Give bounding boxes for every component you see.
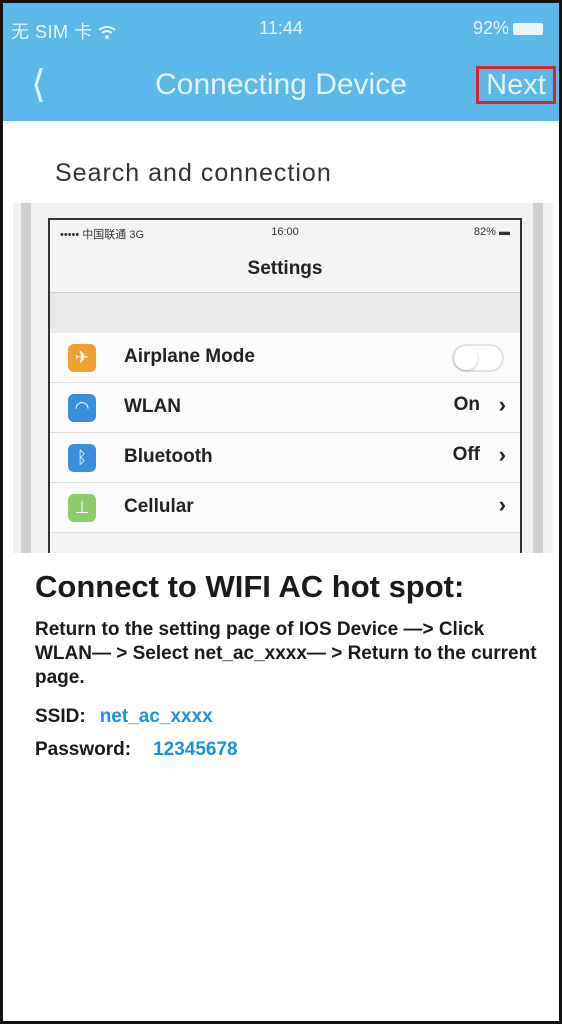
- phone-edge-left: [21, 203, 31, 553]
- phone-screen: ••••• 中国联通 3G 16:00 82% ▬ Settings ✈ Airp…: [48, 218, 522, 553]
- status-bar: 无 SIM 卡 11:44 92%: [3, 3, 559, 47]
- chevron-right-icon: ›: [498, 442, 506, 467]
- instruction-text: Return to the setting page of IOS Device…: [35, 619, 537, 688]
- ssid-row: SSID: net_ac_xxxx: [35, 706, 213, 728]
- bluetooth-icon: ᛒ: [68, 444, 96, 472]
- phone-settings-row: ✈ Airplane Mode: [50, 333, 520, 383]
- airplane-toggle: [452, 344, 504, 372]
- battery-percent: 92%: [472, 18, 509, 38]
- next-button[interactable]: Next: [476, 66, 556, 104]
- phone-row-label: WLAN: [124, 396, 181, 417]
- battery-indicator: 92%: [473, 18, 543, 39]
- back-button[interactable]: ⟨: [31, 63, 71, 107]
- settings-screenshot: ••••• 中国联通 3G 16:00 82% ▬ Settings ✈ Airp…: [13, 203, 553, 553]
- chevron-left-icon: ⟨: [31, 64, 46, 106]
- airplane-icon: ✈: [68, 344, 96, 372]
- phone-row-label: Cellular: [124, 496, 194, 517]
- phone-status-bar: ••••• 中国联通 3G 16:00 82% ▬: [50, 226, 520, 244]
- phone-battery-percent: 82%: [473, 226, 496, 238]
- wifi-icon: ◠: [68, 394, 96, 422]
- phone-battery: 82% ▬: [473, 226, 510, 238]
- header: 无 SIM 卡 11:44 92% ⟨ Connecting Device Ne…: [3, 3, 559, 121]
- phone-settings-row: ⊥ Cellular ›: [50, 483, 520, 533]
- phone-settings-row: ◠ WLAN On ›: [50, 383, 520, 433]
- phone-row-value: Off: [452, 444, 480, 465]
- phone-row-label: Airplane Mode: [124, 346, 255, 367]
- phone-settings-row: ᛒ Bluetooth Off ›: [50, 433, 520, 483]
- phone-edge-right: [533, 203, 543, 553]
- phone-settings-title: Settings: [247, 258, 323, 279]
- ssid-label: SSID:: [35, 706, 86, 727]
- connect-title: Connect to WIFI AC hot spot:: [35, 569, 465, 604]
- password-label: Password:: [35, 739, 132, 760]
- chevron-right-icon: ›: [498, 392, 506, 417]
- chevron-right-icon: ›: [498, 492, 506, 517]
- password-row: Password: 12345678: [35, 739, 238, 761]
- phone-section-gap: [50, 293, 520, 333]
- page-title: Connecting Device: [155, 68, 407, 101]
- ssid-value: net_ac_xxxx: [99, 706, 213, 727]
- app-frame: 无 SIM 卡 11:44 92% ⟨ Connecting Device Ne…: [0, 0, 562, 1024]
- phone-row-label: Bluetooth: [124, 446, 213, 467]
- phone-row-value: On: [453, 394, 480, 415]
- password-value: 12345678: [153, 739, 238, 760]
- battery-icon: [513, 23, 543, 35]
- phone-settings-list: ✈ Airplane Mode ◠ WLAN On › ᛒ Bluetooth Off › ⊥ Cel…: [50, 333, 520, 533]
- section-title: Search and connection: [55, 159, 332, 187]
- cellular-icon: ⊥: [68, 494, 96, 522]
- phone-time: 16:00: [271, 226, 299, 238]
